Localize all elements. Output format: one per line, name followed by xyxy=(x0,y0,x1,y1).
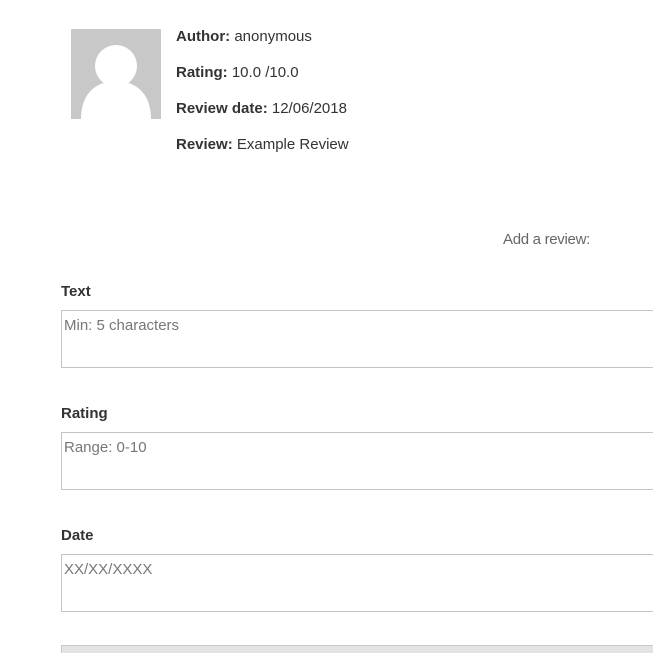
review-rating: Rating: 10.0 /10.0 xyxy=(176,64,299,82)
add-review-heading: Add a review: xyxy=(503,231,590,248)
review-date-label: Review date: xyxy=(176,100,268,117)
review-page: Author: anonymous Rating: 10.0 /10.0 Rev… xyxy=(0,0,653,653)
text-field-label: Text xyxy=(61,283,91,300)
rating-input[interactable] xyxy=(61,432,653,490)
rating-value: 10.0 /10.0 xyxy=(231,64,299,81)
review-text: Review: Example Review xyxy=(176,136,349,154)
review-text-value: Example Review xyxy=(236,136,349,153)
existing-review: Author: anonymous Rating: 10.0 /10.0 Rev… xyxy=(71,28,631,169)
rating-label: Rating: xyxy=(176,64,228,81)
review-text-label: Review: xyxy=(176,136,233,153)
review-author: Author: anonymous xyxy=(176,28,312,46)
submit-button[interactable] xyxy=(61,645,653,653)
review-text-input[interactable] xyxy=(61,310,653,368)
date-input[interactable] xyxy=(61,554,653,612)
date-field-label: Date xyxy=(61,527,94,544)
review-date: Review date: 12/06/2018 xyxy=(176,100,347,118)
rating-field-label: Rating xyxy=(61,405,108,422)
author-value: anonymous xyxy=(234,28,312,45)
review-date-value: 12/06/2018 xyxy=(271,100,347,117)
author-label: Author: xyxy=(176,28,231,45)
user-avatar-icon xyxy=(71,29,161,119)
